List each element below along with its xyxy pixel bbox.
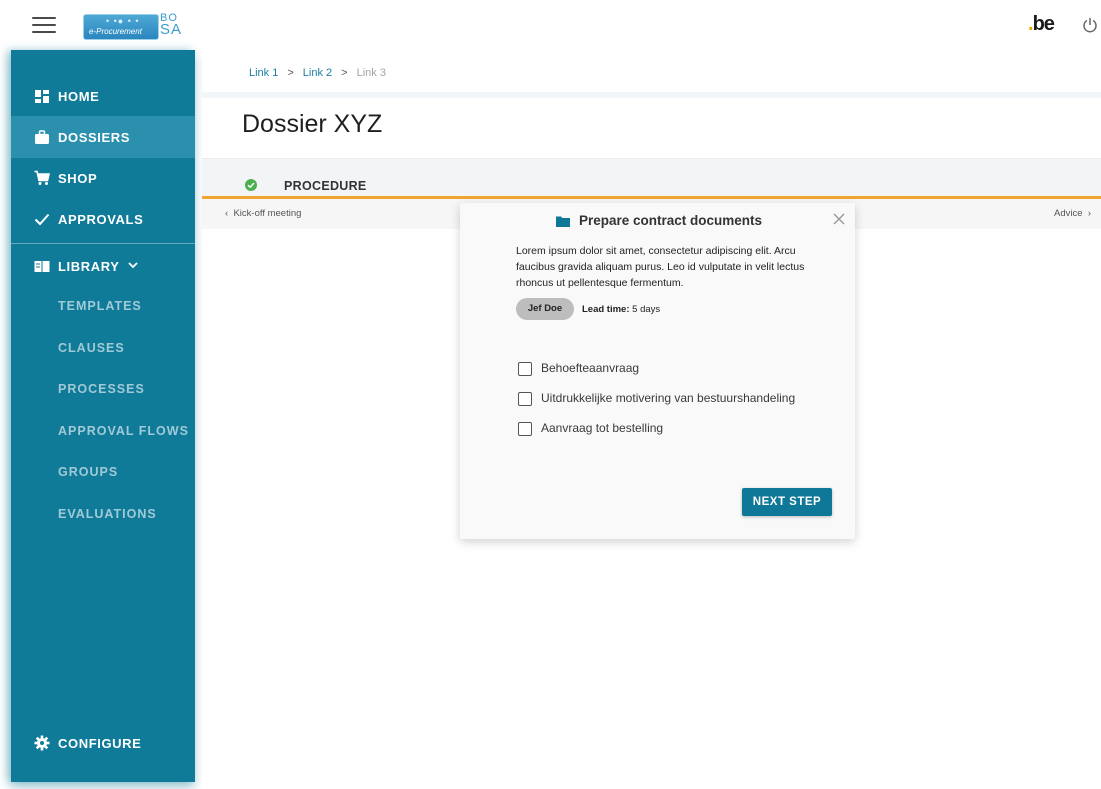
sidebar-divider <box>11 243 195 244</box>
sidebar-item-library[interactable]: LIBRARY <box>11 245 195 287</box>
gear-icon <box>34 735 50 751</box>
header-band <box>202 92 1101 98</box>
checkbox[interactable] <box>518 422 532 436</box>
be-logo-text: be <box>1032 13 1055 35</box>
lead-time-value: 5 days <box>632 304 661 315</box>
breadcrumb-separator: > <box>287 67 294 79</box>
breadcrumb-separator: > <box>341 67 348 79</box>
breadcrumb-link-1[interactable]: Link 1 <box>249 67 278 79</box>
procedure-label: PROCEDURE <box>284 179 367 193</box>
breadcrumb: Link 1 > Link 2 > Link 3 <box>249 67 386 79</box>
lead-time-label: Lead time: <box>582 304 630 315</box>
sidebar-item-label: CONFIGURE <box>58 736 142 751</box>
breadcrumb-link-2[interactable]: Link 2 <box>303 67 332 79</box>
check-circle-icon <box>245 179 257 191</box>
dashboard-icon <box>35 90 49 103</box>
briefcase-icon <box>35 130 49 144</box>
checkbox[interactable] <box>518 362 532 376</box>
previous-step-link[interactable]: ‹ Kick-off meeting <box>225 208 301 219</box>
sidebar-item-label: DOSSIERS <box>58 130 130 145</box>
book-icon <box>34 261 50 272</box>
assignee-chip[interactable]: Jef Doe <box>516 298 574 320</box>
e-procurement-logo[interactable]: • •● • • e-Procurement <box>83 14 159 40</box>
sidebar-item-home[interactable]: HOME <box>11 75 195 117</box>
breadcrumb-current: Link 3 <box>356 67 386 79</box>
sidebar-item-configure[interactable]: CONFIGURE <box>11 722 195 764</box>
lead-time: Lead time: 5 days <box>582 304 660 315</box>
checkbox-label: Behoefteaanvraag <box>541 361 640 375</box>
sidebar-subitem-groups[interactable]: GROUPS <box>58 465 118 479</box>
sidebar-item-label: LIBRARY <box>58 259 120 274</box>
sidebar-item-shop[interactable]: SHOP <box>11 157 195 199</box>
sidebar-subitem-processes[interactable]: PROCESSES <box>58 382 145 396</box>
procedure-strip: PROCEDURE <box>202 158 1101 197</box>
sidebar-subitem-approval-flows[interactable]: APPROVAL FLOWS <box>58 424 189 438</box>
close-icon[interactable] <box>833 213 845 225</box>
sidebar-subitem-evaluations[interactable]: EVALUATIONS <box>58 507 157 521</box>
chevron-down-icon <box>128 262 138 269</box>
sidebar-item-label: SHOP <box>58 171 98 186</box>
previous-step-label: Kick-off meeting <box>233 208 302 219</box>
sidebar-subitem-templates[interactable]: TEMPLATES <box>58 299 142 313</box>
checkbox-label: Aanvraag tot bestelling <box>541 421 664 435</box>
next-step-link[interactable]: Advice › <box>1054 208 1091 219</box>
bosa-logo: BO SA <box>160 12 186 38</box>
cart-icon <box>34 170 50 185</box>
next-step-button[interactable]: NEXT STEP <box>742 488 832 516</box>
dialog-title-text: Prepare contract documents <box>579 213 763 228</box>
dialog-title: Prepare contract documents <box>555 213 762 228</box>
checkbox-label: Uitdrukkelijke motivering van bestuursha… <box>541 391 796 405</box>
bosa-line-2: SA <box>160 21 183 38</box>
sidebar-item-dossiers[interactable]: DOSSIERS <box>11 116 195 158</box>
dialog-description: Lorem ipsum dolor sit amet, consectetur … <box>516 245 805 289</box>
logo-text: e-Procurement <box>89 27 142 36</box>
check-icon <box>34 213 50 226</box>
checkbox[interactable] <box>518 392 532 406</box>
menu-icon[interactable] <box>32 17 56 35</box>
chevron-left-icon: ‹ <box>225 208 229 219</box>
task-dialog: Prepare contract documents Lorem ipsum d… <box>460 203 855 539</box>
logo-dots: • •● • • <box>106 16 140 26</box>
chevron-right-icon: › <box>1087 208 1091 219</box>
breadcrumb-bar: Link 1 > Link 2 > Link 3 <box>202 58 1101 92</box>
sidebar-item-approvals[interactable]: APPROVALS <box>11 198 195 240</box>
top-bar: • •● • • e-Procurement BO SA .be <box>0 0 1101 50</box>
sidebar-item-label: HOME <box>58 89 100 104</box>
sidebar-subitem-clauses[interactable]: CLAUSES <box>58 341 125 355</box>
page-title: Dossier XYZ <box>242 110 383 138</box>
next-step-label: Advice <box>1054 208 1083 219</box>
power-icon[interactable] <box>1082 17 1098 33</box>
belgium-be-logo: .be <box>1028 13 1055 36</box>
sidebar-item-label: APPROVALS <box>58 212 144 227</box>
sidebar: HOME DOSSIERS SHOP APPROVALS LIBRARY TEM… <box>11 50 195 782</box>
